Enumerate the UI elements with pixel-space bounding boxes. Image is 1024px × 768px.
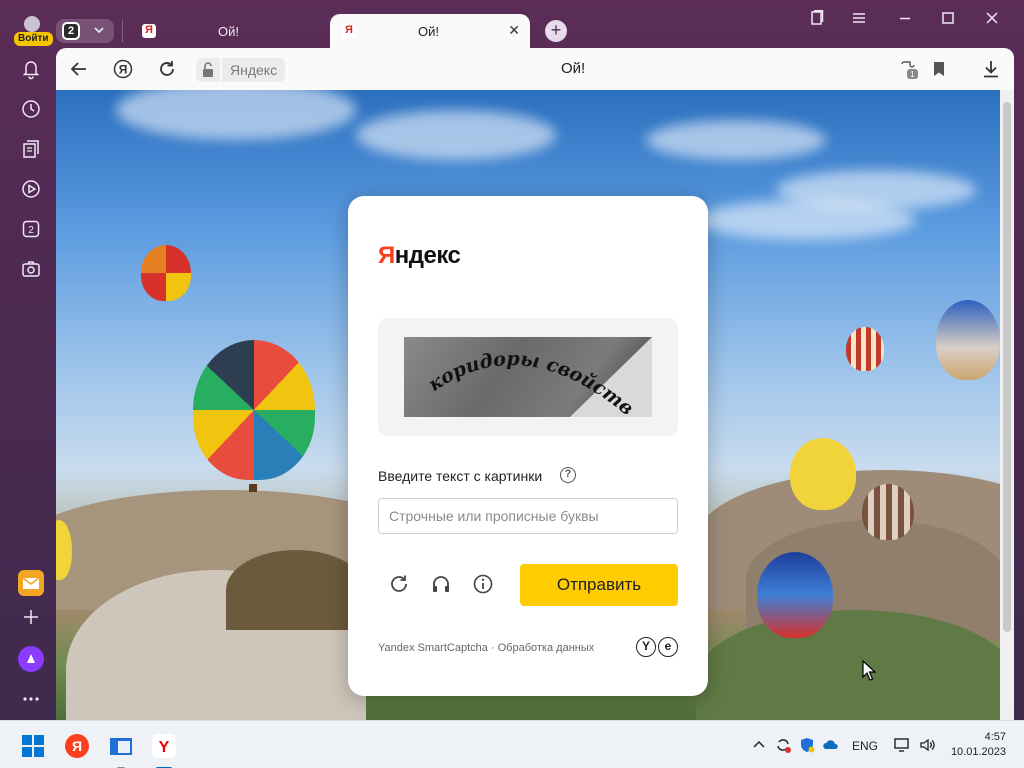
chevron-up-icon[interactable] [750,736,768,757]
yandex-cloud-logos: Y e [636,637,680,657]
clock-date: 10.01.2023 [950,746,1006,758]
svg-text:2: 2 [28,225,34,236]
logo-rest: ндекс [394,242,461,269]
reload-icon[interactable] [156,58,178,80]
more-options-icon[interactable] [20,688,42,710]
captcha-answer-input[interactable] [378,498,678,534]
notifications-bell-icon[interactable] [20,58,42,80]
new-tab-button[interactable]: + [545,20,567,42]
tab-1[interactable]: Ой! [130,14,326,48]
yandex-app-icon[interactable]: Y [151,733,177,768]
tab-strip: Войти 2 Ой! Ой! ✕ + [0,0,1024,48]
security-shield-icon[interactable] [798,736,816,757]
captcha-footer-link[interactable]: Yandex SmartCaptcha · Обработка данных [378,642,594,654]
alice-assistant-icon[interactable] [18,646,44,672]
hot-air-balloon [193,340,315,480]
bookmark-icon[interactable] [928,58,950,80]
scrollbar-thumb[interactable] [1003,102,1011,632]
file-explorer-icon[interactable] [108,733,134,768]
chevron-down-icon [92,21,106,42]
extensions-icon[interactable]: 1 [898,58,920,80]
browser-toolbar: Я Яндекс Ой! 1 [56,48,1014,90]
svg-text:1: 1 [910,70,915,79]
yandex-logo-icon[interactable]: Я [112,58,134,80]
tabs-panel-icon[interactable]: 2 [20,218,42,240]
hot-air-balloon [862,484,914,540]
minimize-icon[interactable] [890,10,920,30]
vertical-scrollbar[interactable] [1000,90,1014,720]
address-domain[interactable]: Яндекс [222,58,286,82]
captcha-distorted-text: коридоры свойства [404,337,638,417]
tab-title: Ой! [418,24,439,39]
login-badge: Войти [14,32,53,46]
captcha-image: коридоры свойства [404,337,652,417]
balloon-basket [249,484,257,492]
video-play-icon[interactable] [20,178,42,200]
tab-count-button[interactable]: 2 [56,19,114,43]
add-panel-icon[interactable] [20,606,42,628]
mouse-cursor-icon [862,659,878,682]
yandex-y-logo-icon: Y [636,637,656,657]
close-tab-icon[interactable]: ✕ [508,22,520,39]
sync-icon[interactable] [774,736,792,757]
clock-time: 4:57 [984,731,1006,743]
close-window-icon[interactable] [977,10,1007,30]
hot-air-balloon [790,438,856,510]
history-clock-icon[interactable] [20,98,42,120]
svg-text:Я: Я [72,738,82,754]
refresh-icon[interactable] [388,573,410,595]
tab-count-value: 2 [62,22,80,40]
captcha-card: Яндекс коридоры свойства Введите текст с… [348,196,708,696]
svg-text:Y: Y [159,739,170,756]
rock-formation [226,550,366,630]
side-panel: 2 [0,48,56,720]
onedrive-cloud-icon[interactable] [822,736,840,757]
yandex-cloud-logo-icon: e [658,637,678,657]
language-indicator[interactable]: ENG [852,739,878,753]
trees [696,610,1000,720]
yandex-favicon-icon [342,24,356,38]
profile-button[interactable]: Войти [12,14,53,48]
windows-start-icon[interactable] [20,733,46,759]
submit-button[interactable]: Отправить [520,564,678,606]
yandex-favicon-icon [142,24,156,38]
cloud [646,120,826,160]
windows-taskbar: Я Y ENG 4:57 10.01.2023 [0,720,1024,768]
cloud [696,200,916,240]
tab-2-active[interactable]: Ой! ✕ [330,14,530,48]
lock-icon[interactable] [196,58,220,82]
svg-text:Я: Я [119,63,128,77]
screenshot-camera-icon[interactable] [20,258,42,280]
audio-headphones-icon[interactable] [430,573,452,595]
network-icon[interactable] [893,736,911,757]
avatar [24,16,40,32]
cloud [116,90,356,140]
volume-icon[interactable] [918,736,936,757]
page-title[interactable]: Ой! [561,60,585,77]
collections-panel-icon[interactable] [20,138,42,160]
tab-separator [122,20,123,42]
back-arrow-icon[interactable] [68,58,90,80]
hot-air-balloon [846,327,884,371]
logo-first-letter: Я [378,242,395,269]
yandex-logo: Яндекс [378,242,461,270]
menu-icon[interactable] [844,10,874,30]
hot-air-balloon [757,552,833,638]
captcha-image-container: коридоры свойства [378,318,678,436]
system-clock[interactable]: 4:57 10.01.2023 [946,730,1006,760]
info-icon[interactable] [472,573,494,595]
hot-air-balloon [936,300,1000,380]
download-icon[interactable] [980,58,1002,80]
tab-title: Ой! [218,24,239,39]
hot-air-balloon [141,245,191,301]
help-question-icon[interactable]: ? [560,467,576,483]
mail-app-icon[interactable] [18,570,44,596]
cloud [356,110,556,160]
captcha-prompt: Введите текст с картинки [378,468,543,484]
yandex-browser-icon[interactable]: Я [64,733,90,759]
collections-icon[interactable] [802,10,832,30]
browser-window: Войти 2 Ой! Ой! ✕ + [0,0,1024,720]
maximize-icon[interactable] [933,10,963,30]
